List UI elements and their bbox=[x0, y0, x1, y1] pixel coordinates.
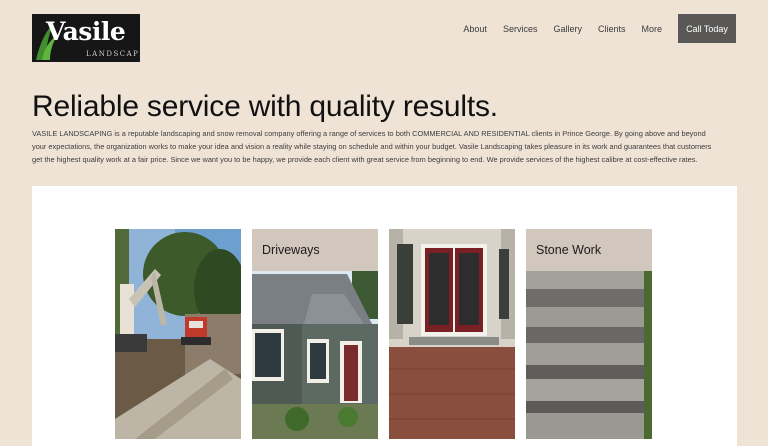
card-caption-stone-work: Stone Work bbox=[526, 229, 652, 271]
brand-tagline: LANDSCAPING bbox=[86, 50, 140, 58]
brand-logo[interactable]: Vasile LANDSCAPING bbox=[32, 14, 140, 62]
nav-gallery[interactable]: Gallery bbox=[553, 24, 582, 34]
card-caption-driveways: Driveways bbox=[252, 229, 378, 271]
red-french-doors-photo bbox=[389, 229, 515, 439]
gallery-card-excavator[interactable] bbox=[115, 229, 241, 439]
nav-more[interactable]: More bbox=[641, 24, 662, 34]
page-headline: Reliable service with quality results. bbox=[32, 90, 498, 123]
call-today-button[interactable]: Call Today bbox=[678, 14, 736, 43]
gallery-card-driveways[interactable]: Driveways bbox=[252, 229, 378, 439]
nav-clients[interactable]: Clients bbox=[598, 24, 626, 34]
gallery-panel: Driveways Stone Work bbox=[32, 186, 737, 446]
brand-name: Vasile bbox=[46, 17, 126, 46]
nav-about[interactable]: About bbox=[463, 24, 487, 34]
excavator-retaining-wall-photo bbox=[115, 229, 241, 439]
gallery-card-stone-work[interactable]: Stone Work bbox=[526, 229, 652, 439]
gallery-card-doors[interactable] bbox=[389, 229, 515, 439]
nav-services[interactable]: Services bbox=[503, 24, 538, 34]
intro-paragraph: VASILE LANDSCAPING is a reputable landsc… bbox=[32, 129, 712, 165]
main-nav: About Services Gallery Clients More Call… bbox=[463, 14, 736, 43]
